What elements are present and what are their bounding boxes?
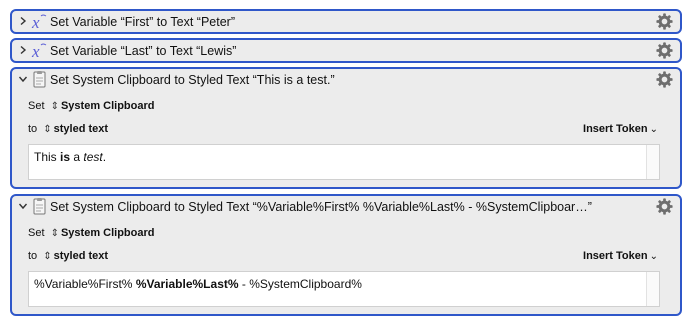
- action-set-variable-last[interactable]: x Set Variable “Last” to Text “Lewis”: [10, 38, 682, 63]
- text-run: .: [102, 150, 107, 164]
- disclosure-collapsed-icon[interactable]: [18, 16, 28, 26]
- text-run: - %SystemClipboard%: [238, 277, 362, 291]
- format-select[interactable]: styled text: [54, 123, 108, 135]
- text-run-bold: %Variable%Last%: [135, 277, 239, 291]
- scrollbar[interactable]: [646, 272, 659, 306]
- gear-icon[interactable]: [655, 41, 674, 60]
- clipboard-icon: [33, 71, 46, 88]
- format-select[interactable]: styled text: [54, 250, 108, 262]
- text-run: %Variable%First%: [34, 277, 136, 291]
- styled-text-field[interactable]: This is a test.: [28, 144, 660, 180]
- insert-token-label: Insert Token: [583, 250, 648, 262]
- gear-icon[interactable]: [655, 70, 674, 89]
- action-title: Set System Clipboard to Styled Text “%Va…: [50, 200, 592, 214]
- text-run-italic: test: [83, 150, 103, 164]
- action-set-variable-first[interactable]: x Set Variable “First” to Text “Peter”: [10, 9, 682, 34]
- up-down-chevron-icon[interactable]: ⇕: [51, 228, 59, 239]
- set-clipboard-row: Set ⇕ System Clipboard: [28, 100, 155, 112]
- variable-x-icon: x: [31, 13, 47, 31]
- up-down-chevron-icon[interactable]: ⇕: [51, 101, 59, 112]
- set-clipboard-row: Set ⇕ System Clipboard: [28, 227, 155, 239]
- scrollbar[interactable]: [646, 145, 659, 179]
- insert-token-label: Insert Token: [583, 123, 648, 135]
- to-label: to: [28, 250, 38, 262]
- insert-token-button[interactable]: Insert Token ⌄: [583, 123, 658, 135]
- styled-text-field[interactable]: %Variable%First% %Variable%Last% - %Syst…: [28, 271, 660, 307]
- up-down-chevron-icon[interactable]: ⇕: [43, 251, 51, 262]
- svg-text:x: x: [31, 42, 40, 60]
- up-down-chevron-icon[interactable]: ⇕: [43, 124, 51, 135]
- disclosure-expanded-icon[interactable]: [18, 74, 28, 84]
- action-set-clipboard-styled-text-2[interactable]: Set System Clipboard to Styled Text “%Va…: [10, 194, 682, 316]
- disclosure-collapsed-icon[interactable]: [18, 45, 28, 55]
- styled-text-content[interactable]: %Variable%First% %Variable%Last% - %Syst…: [34, 277, 362, 291]
- to-label: to: [28, 123, 38, 135]
- variable-x-icon: x: [31, 42, 47, 60]
- insert-token-button[interactable]: Insert Token ⌄: [583, 250, 658, 262]
- clipboard-select[interactable]: System Clipboard: [61, 227, 155, 239]
- to-format-row: to ⇕ styled text: [28, 123, 108, 135]
- clipboard-icon: [33, 198, 46, 215]
- text-run: This: [34, 150, 61, 164]
- chevron-down-icon: ⌄: [649, 251, 658, 262]
- chevron-down-icon: ⌄: [649, 124, 658, 135]
- action-set-clipboard-styled-text-1[interactable]: Set System Clipboard to Styled Text “Thi…: [10, 67, 682, 189]
- svg-text:x: x: [31, 13, 40, 31]
- gear-icon[interactable]: [655, 12, 674, 31]
- clipboard-select[interactable]: System Clipboard: [61, 100, 155, 112]
- text-run-bold: is: [60, 150, 71, 164]
- disclosure-expanded-icon[interactable]: [18, 201, 28, 211]
- to-format-row: to ⇕ styled text: [28, 250, 108, 262]
- set-label: Set: [28, 100, 45, 112]
- gear-icon[interactable]: [655, 197, 674, 216]
- action-title: Set System Clipboard to Styled Text “Thi…: [50, 73, 335, 87]
- styled-text-content[interactable]: This is a test.: [34, 150, 106, 164]
- action-title: Set Variable “Last” to Text “Lewis”: [50, 44, 237, 58]
- text-run: a: [70, 150, 84, 164]
- action-title: Set Variable “First” to Text “Peter”: [50, 15, 236, 29]
- set-label: Set: [28, 227, 45, 239]
